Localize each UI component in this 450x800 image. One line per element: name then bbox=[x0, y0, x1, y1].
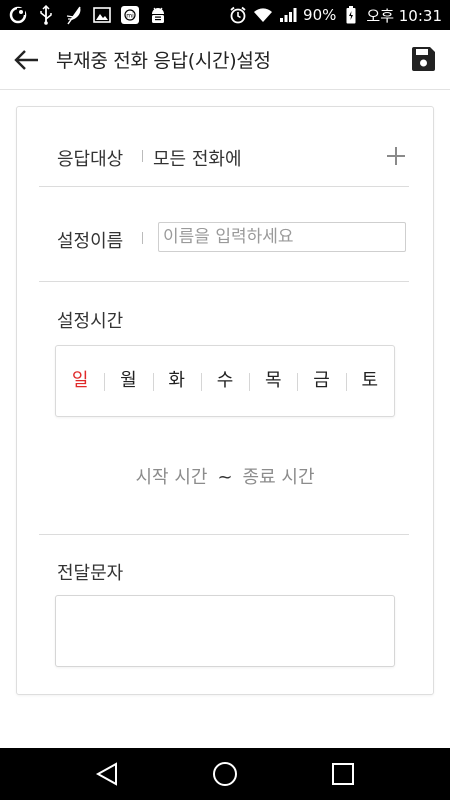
label-divider bbox=[142, 232, 143, 244]
usb-icon bbox=[36, 5, 56, 25]
battery-percent: 90% bbox=[303, 6, 337, 24]
start-time-button[interactable]: 시작 시간 bbox=[135, 467, 207, 488]
image-icon bbox=[92, 5, 112, 25]
clock: 오후 10:31 bbox=[366, 6, 442, 25]
status-bar-system-icons: 90% 오후 10:31 bbox=[228, 4, 442, 26]
nav-back-button[interactable] bbox=[92, 760, 122, 788]
back-triangle-icon bbox=[95, 762, 117, 786]
message-input[interactable] bbox=[55, 595, 395, 667]
weekday-selector: 일 월 화 수 목 금 토 bbox=[55, 345, 395, 417]
recents-square-icon bbox=[332, 763, 354, 785]
day-monday[interactable]: 월 bbox=[104, 346, 152, 416]
home-circle-icon bbox=[213, 762, 237, 786]
target-value[interactable]: 모든 전화에 bbox=[153, 145, 242, 171]
navigation-bar bbox=[0, 748, 450, 800]
message-label: 전달문자 bbox=[57, 563, 124, 584]
target-label: 응답대상 bbox=[57, 149, 124, 170]
save-icon bbox=[412, 47, 435, 71]
divider bbox=[39, 281, 409, 282]
label-divider bbox=[142, 150, 143, 162]
day-friday[interactable]: 금 bbox=[297, 346, 345, 416]
mi-icon: mi bbox=[120, 5, 140, 25]
app-icon bbox=[8, 5, 28, 25]
name-label: 설정이름 bbox=[57, 231, 124, 252]
wifi-icon bbox=[253, 5, 273, 25]
day-sunday[interactable]: 일 bbox=[56, 346, 104, 416]
nav-home-button[interactable] bbox=[210, 760, 240, 788]
day-thursday[interactable]: 목 bbox=[249, 346, 297, 416]
day-wednesday[interactable]: 수 bbox=[200, 346, 249, 416]
day-saturday[interactable]: 토 bbox=[345, 346, 394, 416]
add-target-button[interactable] bbox=[385, 145, 407, 167]
divider bbox=[39, 186, 409, 187]
settings-card: 응답대상 모든 전화에 설정이름 설정시간 일 월 화 수 목 금 토 시작 시… bbox=[16, 106, 434, 695]
time-range: 시작 시간 ~ 종료 시간 bbox=[17, 463, 433, 489]
schedule-label: 설정시간 bbox=[57, 311, 124, 332]
name-input[interactable] bbox=[158, 222, 406, 252]
status-bar-notification-icons: mi bbox=[8, 4, 168, 26]
alarm-icon bbox=[228, 5, 248, 25]
nav-recents-button[interactable] bbox=[328, 760, 358, 788]
back-button[interactable] bbox=[10, 44, 44, 76]
divider bbox=[39, 534, 409, 535]
time-separator: ~ bbox=[217, 467, 233, 488]
page-title: 부재중 전화 응답(시간)설정 bbox=[56, 50, 271, 72]
day-tuesday[interactable]: 화 bbox=[152, 346, 201, 416]
app-bar: 부재중 전화 응답(시간)설정 bbox=[0, 30, 450, 90]
svg-text:mi: mi bbox=[126, 13, 134, 20]
status-bar: mi 90% 오후 10:31 bbox=[0, 0, 450, 30]
battery-icon bbox=[341, 5, 361, 25]
android-debug-icon bbox=[148, 5, 168, 25]
arrow-left-icon bbox=[14, 50, 38, 70]
feather-icon bbox=[64, 5, 84, 25]
signal-icon bbox=[278, 5, 298, 25]
end-time-button[interactable]: 종료 시간 bbox=[243, 467, 315, 488]
save-button[interactable] bbox=[408, 44, 438, 74]
